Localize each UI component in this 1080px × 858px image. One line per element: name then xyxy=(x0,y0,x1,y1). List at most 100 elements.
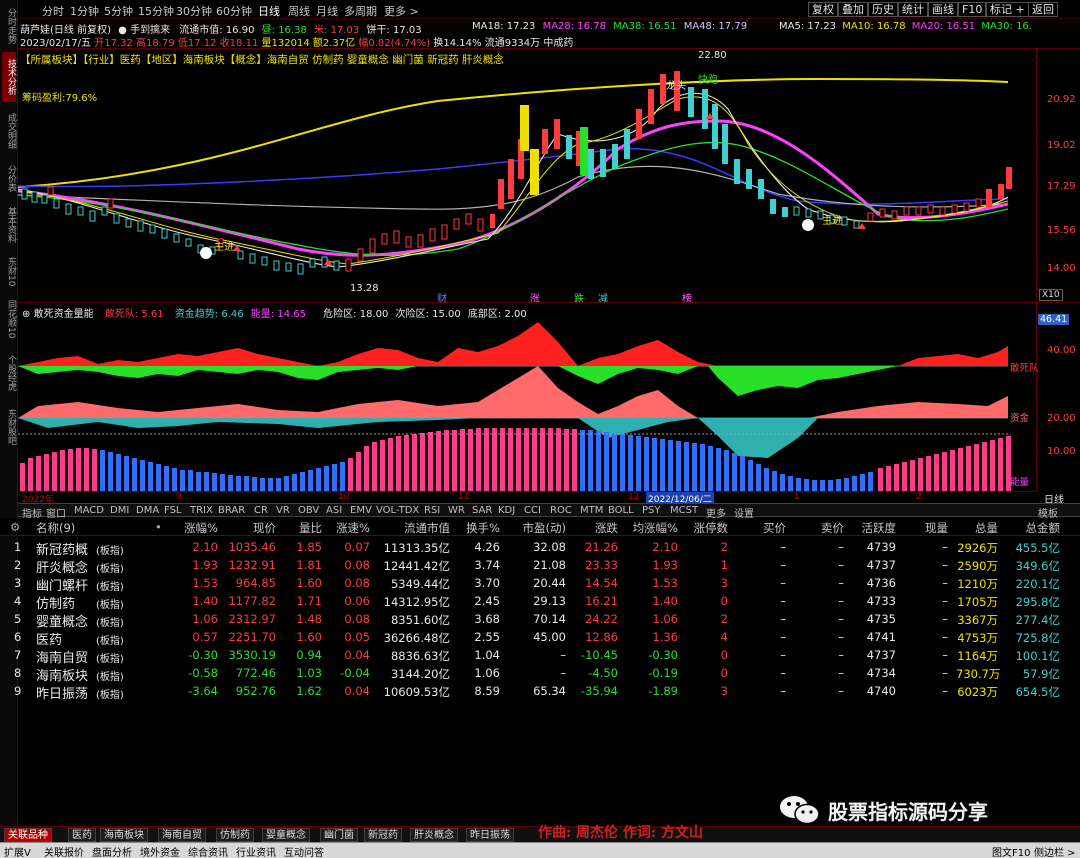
history-button[interactable]: 历史 xyxy=(868,2,898,17)
status-foreign-funds[interactable]: 境外资金 xyxy=(140,844,180,858)
status-expand[interactable]: 扩展V xyxy=(4,844,31,858)
col-float-cap[interactable]: 流通市值 xyxy=(376,520,450,536)
period-60min[interactable]: 60分钟 xyxy=(216,3,252,19)
tab-covid-drugs[interactable]: 新冠药 xyxy=(364,828,402,842)
period-1min[interactable]: 1分钟 xyxy=(70,3,99,19)
col-price[interactable]: 现价 xyxy=(228,520,276,536)
tab-cci[interactable]: CCI xyxy=(524,505,541,516)
tab-kdj[interactable]: KDJ xyxy=(498,505,515,516)
tab-hainan-sector[interactable]: 海南板块 xyxy=(100,828,148,842)
status-f10[interactable]: 图文F10 xyxy=(992,844,1030,858)
col-change-pct[interactable]: 涨幅% xyxy=(170,520,218,536)
col-diff[interactable]: 涨跌 xyxy=(574,520,618,536)
status-sidebar[interactable]: 侧边栏 > xyxy=(1034,844,1076,858)
indicator-chart[interactable] xyxy=(18,318,1036,491)
tab-yesterday-swing[interactable]: 昨日振荡 xyxy=(466,828,514,842)
tab-pharma[interactable]: 医药 xyxy=(68,828,96,842)
tab-related[interactable]: 关联品种 xyxy=(4,828,52,842)
tab-vr[interactable]: VR xyxy=(276,505,290,516)
table-row[interactable]: 5 婴童概念 (板指) 1.06 2312.97 1.48 0.08 8351.60亿 3.68… xyxy=(0,610,1080,630)
zoom-button[interactable]: X10 xyxy=(1039,289,1063,301)
table-row[interactable]: 2 肝炎概念 (板指) 1.93 1232.91 1.81 0.08 12441.42亿 3.7… xyxy=(0,556,1080,576)
tab-cr[interactable]: CR xyxy=(254,505,268,516)
tab-boll[interactable]: BOLL xyxy=(608,505,634,516)
tab-hainan-ftz[interactable]: 海南自贸 xyxy=(158,828,206,842)
table-row[interactable]: 3 幽门螺杆 (板指) 1.53 964.85 1.60 0.08 5349.44亿 3.70 2… xyxy=(0,574,1080,594)
period-more[interactable]: 更多 > xyxy=(384,3,419,19)
kline-chart[interactable] xyxy=(18,49,1036,301)
table-row[interactable]: 6 医药 (板指) 0.57 2251.70 1.60 0.05 36266.48亿 2.55 4… xyxy=(0,628,1080,648)
tab-macd[interactable]: MACD xyxy=(74,505,104,516)
period-15min[interactable]: 15分钟 xyxy=(138,3,174,19)
tab-baby-concept[interactable]: 婴童概念 xyxy=(262,828,310,842)
tab-emv[interactable]: EMV xyxy=(350,505,372,516)
col-total-vol[interactable]: 总量 xyxy=(956,520,998,536)
adjust-button[interactable]: 复权 xyxy=(808,2,838,17)
tab-sar[interactable]: SAR xyxy=(472,505,492,516)
tab-trix[interactable]: TRIX xyxy=(190,505,213,516)
back-button[interactable]: 返回 xyxy=(1028,2,1058,17)
vtab-trade-detail[interactable]: 成交明细 xyxy=(2,106,16,156)
vtab-forum[interactable]: 东财股吧 xyxy=(2,402,16,452)
table-row[interactable]: 8 海南板块 (板指) -0.58 772.46 1.03 -0.04 3144.20亿 1.0… xyxy=(0,664,1080,684)
period-monthly[interactable]: 月线 xyxy=(316,3,338,19)
tab-roc[interactable]: ROC xyxy=(550,505,572,516)
tab-wr[interactable]: WR xyxy=(448,505,465,516)
stats-button[interactable]: 统计 xyxy=(898,2,928,17)
col-turnover[interactable]: 换手% xyxy=(456,520,500,536)
tab-brar[interactable]: BRAR xyxy=(218,505,245,516)
table-row[interactable]: 9 昨日振荡 (板指) -3.64 952.76 1.62 0.04 10609.53亿 8.5… xyxy=(0,682,1080,702)
tab-hepatitis[interactable]: 肝炎概念 xyxy=(410,828,458,842)
vtab-intraday[interactable]: 分时走势 xyxy=(2,4,16,48)
status-related-quotes[interactable]: 关联报价 xyxy=(44,844,84,858)
tab-vol-tdx[interactable]: VOL-TDX xyxy=(376,505,419,516)
overlay-button[interactable]: 叠加 xyxy=(838,2,868,17)
vtab-technical[interactable]: 技术分析 xyxy=(2,52,16,102)
tab-mtm[interactable]: MTM xyxy=(580,505,603,516)
col-activity[interactable]: 活跃度 xyxy=(850,520,897,536)
col-volume-ratio[interactable]: 量比 xyxy=(284,520,322,536)
tab-generic-drugs[interactable]: 仿制药 xyxy=(216,828,254,842)
col-name[interactable]: 名称(9) xyxy=(36,520,75,536)
draw-button[interactable]: 画线 xyxy=(928,2,958,17)
col-total-amount[interactable]: 总金额 xyxy=(1008,520,1061,536)
status-news[interactable]: 综合资讯 xyxy=(188,844,228,858)
status-market-analysis[interactable]: 盘面分析 xyxy=(92,844,132,858)
table-settings-icon[interactable]: ⚙ xyxy=(10,520,20,534)
f10-button[interactable]: F10 xyxy=(958,2,987,17)
tab-dmi[interactable]: DMI xyxy=(110,505,129,516)
tab-fsl[interactable]: FSL xyxy=(164,505,182,516)
tab-hp[interactable]: 幽门菌 xyxy=(320,828,358,842)
period-multi[interactable]: 多周期 xyxy=(344,3,377,19)
period-intraday[interactable]: 分时 xyxy=(42,3,64,19)
vtab-ths-f10[interactable]: 同花顺10 xyxy=(2,294,16,344)
tab-mcst[interactable]: MCST xyxy=(670,505,698,516)
mark-button[interactable]: 标记 + xyxy=(986,2,1029,17)
status-industry-news[interactable]: 行业资讯 xyxy=(236,844,276,858)
table-row[interactable]: 7 海南自贸 (板指) -0.30 3530.19 0.94 0.04 8836.63亿 1.0… xyxy=(0,646,1080,666)
tab-dma[interactable]: DMA xyxy=(136,505,159,516)
period-5min[interactable]: 5分钟 xyxy=(104,3,133,19)
col-current-vol[interactable]: 现量 xyxy=(906,520,948,536)
period-daily[interactable]: 日线 xyxy=(258,3,280,19)
tab-rsi[interactable]: RSI xyxy=(424,505,440,516)
vtab-stock-tiger[interactable]: 个股经虎 xyxy=(2,348,16,398)
col-pe[interactable]: 市盈(动) xyxy=(504,520,566,536)
tab-obv[interactable]: OBV xyxy=(298,505,319,516)
period-weekly[interactable]: 周线 xyxy=(288,3,310,19)
tab-asi[interactable]: ASI xyxy=(326,505,342,516)
vtab-eastmoney-f10[interactable]: 东财10 xyxy=(2,254,16,290)
status-qa[interactable]: 互动问答 xyxy=(284,844,324,858)
tab-psy[interactable]: PSY xyxy=(642,505,661,516)
table-row[interactable]: 4 仿制药 (板指) 1.40 1177.82 1.71 0.06 14312.95亿 2.45… xyxy=(0,592,1080,612)
row-name[interactable]: 昨日振荡 xyxy=(36,683,88,702)
col-limit-up[interactable]: 涨停数 xyxy=(684,520,729,536)
vtab-price-table[interactable]: 分价表 xyxy=(2,160,16,196)
col-avg-change[interactable]: 均涨幅% xyxy=(622,520,678,536)
period-30min[interactable]: 30分钟 xyxy=(176,3,212,19)
col-speed[interactable]: 涨速% xyxy=(328,520,370,536)
col-bid[interactable]: 买价 xyxy=(746,520,786,536)
table-row[interactable]: 1 新冠药概 (板指) 2.10 1035.46 1.85 0.07 11313.35亿 4.2… xyxy=(0,538,1080,558)
col-ask[interactable]: 卖价 xyxy=(804,520,844,536)
vtab-fundamentals[interactable]: 基本资料 xyxy=(2,200,16,250)
